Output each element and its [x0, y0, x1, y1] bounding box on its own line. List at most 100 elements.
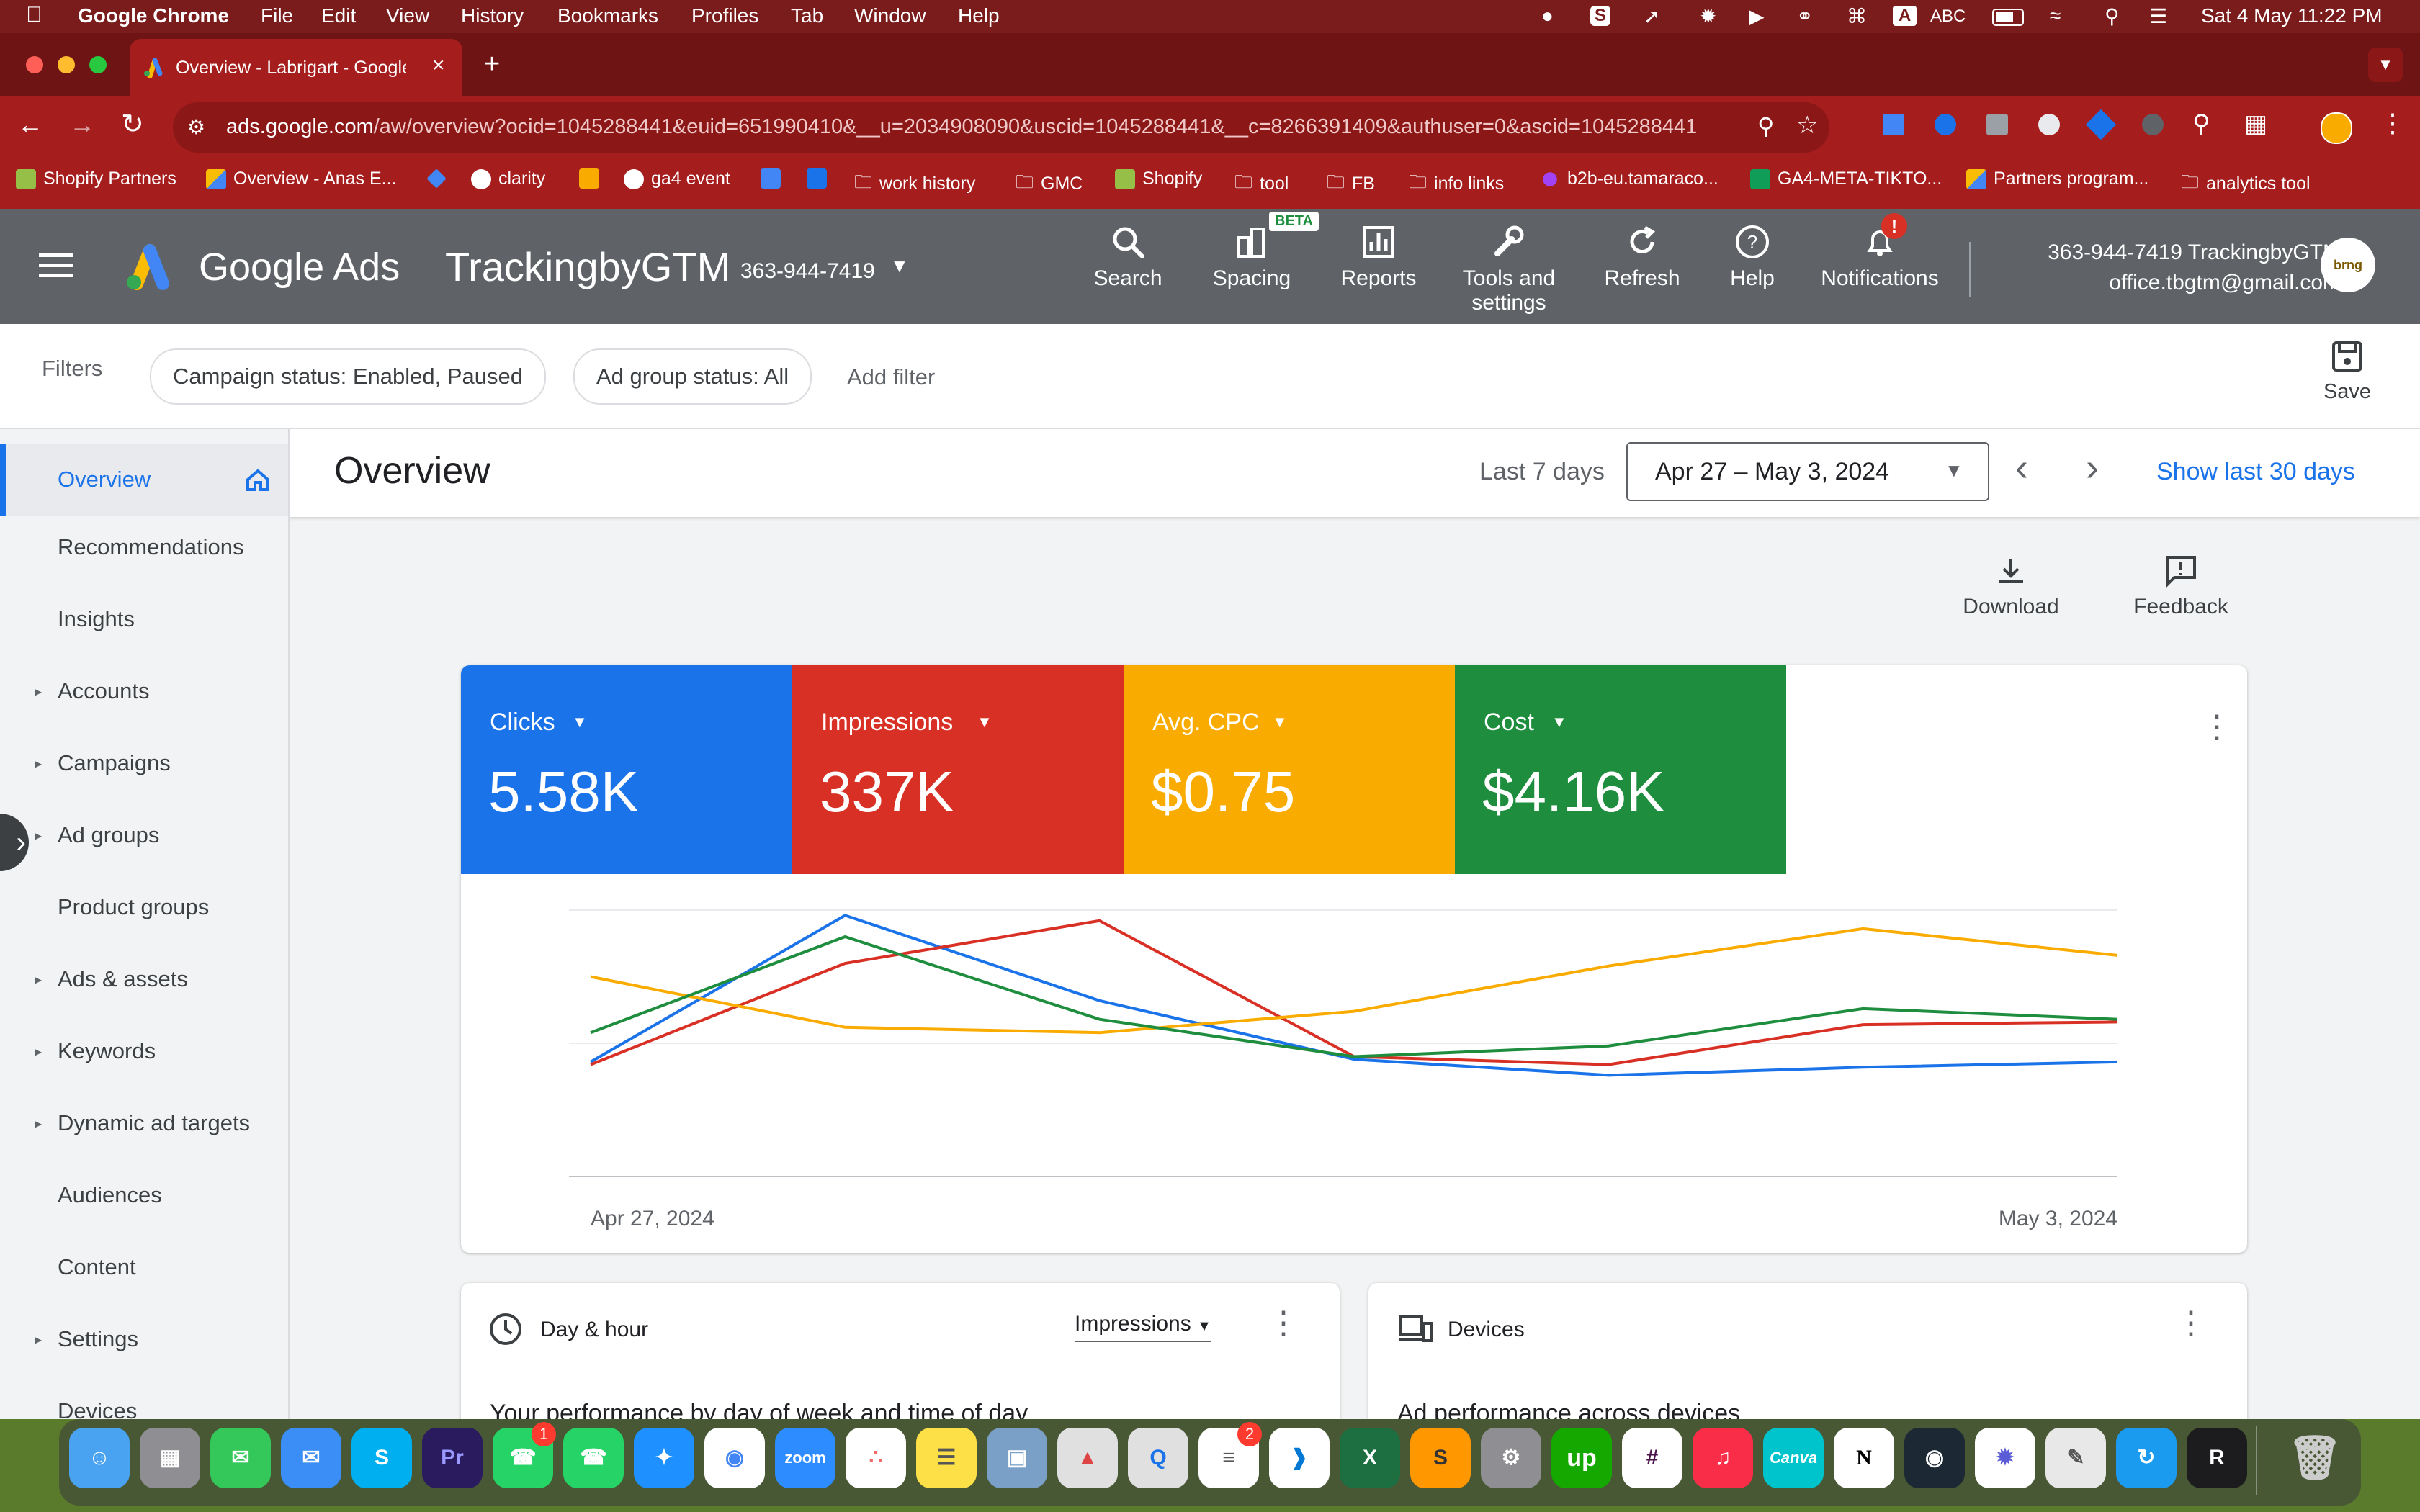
bookmark-gmc[interactable]: 🗀 GMC	[1016, 168, 1083, 199]
battery-icon[interactable]	[1992, 9, 2024, 26]
sidebar-item-devices[interactable]: Devices	[0, 1398, 288, 1419]
reload-icon[interactable]: ↻	[121, 108, 144, 140]
mail-icon[interactable]: ✉	[281, 1428, 341, 1488]
pdf-app-icon[interactable]: ▲	[1057, 1428, 1118, 1488]
forward-icon[interactable]: →	[69, 109, 95, 140]
launchpad-icon[interactable]: ▦	[140, 1428, 200, 1488]
bookmark-analytics-tool[interactable]: 🗀 analytics tool	[2181, 168, 2311, 199]
zoom-icon[interactable]: ⚲	[1757, 112, 1774, 140]
bookmark-b2b[interactable]: b2b-eu.tamaraco...	[1540, 168, 1718, 189]
feedback-button[interactable]: Feedback	[2116, 553, 2246, 619]
tab-search-button[interactable]: ▼	[2368, 48, 2403, 82]
vscode-icon[interactable]: ❱	[1269, 1428, 1330, 1488]
quicktime-icon[interactable]: Q	[1128, 1428, 1188, 1488]
day-hour-metric-select[interactable]: Impressions ▼	[1075, 1312, 1211, 1342]
day-hour-more-options-icon[interactable]: ⋮	[1268, 1305, 1299, 1341]
sidebar-item-recommendations[interactable]: Recommendations	[0, 534, 288, 577]
address-bar[interactable]: ⚙ ads.google.com/aw/overview?ocid=104528…	[173, 102, 1829, 153]
sidebar-item-campaigns[interactable]: ▸ Campaigns	[0, 750, 288, 793]
extensions-puzzle-icon[interactable]: ▦	[2244, 109, 2267, 138]
feather-icon[interactable]: ➚	[1644, 4, 1660, 28]
add-filter-button[interactable]: Add filter	[847, 364, 935, 390]
wifi-icon[interactable]: ≈	[2050, 4, 2061, 27]
new-tab-button[interactable]: +	[484, 49, 500, 80]
messages-icon[interactable]: ✉	[210, 1428, 271, 1488]
filter-chip-ad-group-status[interactable]: Ad group status: All	[573, 348, 812, 405]
menu-file[interactable]: File	[261, 4, 293, 27]
excel-icon[interactable]: X	[1340, 1428, 1400, 1488]
download-button[interactable]: Download	[1946, 553, 2076, 619]
nav-reports-button[interactable]: Reports	[1330, 223, 1428, 291]
chart-series-cost[interactable]	[590, 935, 2118, 1058]
sidebar-item-accounts[interactable]: ▸ Accounts	[0, 678, 288, 721]
bookmark-ga4-meta[interactable]: GA4-META-TIKTO...	[1750, 168, 1942, 189]
tab-close-icon[interactable]: ×	[432, 53, 445, 78]
bookmark-ga4-event[interactable]: ga4 event	[624, 168, 730, 189]
obs-icon[interactable]: ◉	[1904, 1428, 1965, 1488]
date-range-picker[interactable]: Apr 27 – May 3, 2024 ▼	[1626, 442, 1989, 501]
extension-bug-icon[interactable]	[2142, 114, 2164, 135]
control-center-icon[interactable]: ☰	[2149, 4, 2167, 28]
spotlight-icon[interactable]: ⚲	[2105, 4, 2120, 28]
user-account-info[interactable]: 363-944-7419 TrackingbyGTM office.tbgtm@…	[1988, 238, 2341, 298]
notes-icon[interactable]: ☰	[916, 1428, 977, 1488]
extension-code-icon[interactable]	[1986, 114, 2008, 135]
notion-icon[interactable]: N	[1834, 1428, 1894, 1488]
bookmark-info-links[interactable]: 🗀 info links	[1409, 168, 1504, 199]
hamburger-menu-icon[interactable]	[39, 253, 73, 277]
metric-cost[interactable]: Cost ▼ $4.16K	[1455, 665, 1786, 874]
sidebar-item-audiences[interactable]: Audiences	[0, 1182, 288, 1225]
metric-clicks[interactable]: Clicks ▼ 5.58K	[461, 665, 792, 874]
sidebar-item-ads-assets[interactable]: ▸ Ads & assets	[0, 966, 288, 1009]
extension-blue-icon[interactable]	[1935, 114, 1956, 135]
previous-period-icon[interactable]: ‹	[2015, 445, 2028, 490]
bookmark-analytics[interactable]	[579, 168, 599, 189]
account-switcher-caret-icon[interactable]: ▼	[890, 255, 909, 277]
window-minimize-button[interactable]	[58, 56, 75, 73]
extension-diamond-icon[interactable]	[2085, 109, 2117, 140]
menu-tab[interactable]: Tab	[791, 4, 823, 27]
preview-icon[interactable]: ▣	[987, 1428, 1047, 1488]
zoom-icon[interactable]: zoom	[775, 1428, 835, 1488]
chrome-menu-icon[interactable]: ⋮	[2380, 108, 2406, 138]
extension-tag-icon[interactable]	[2038, 114, 2060, 135]
skype-icon[interactable]: S	[351, 1428, 412, 1488]
perplexity-icon[interactable]: ✹	[1975, 1428, 2035, 1488]
metric-avg-cpc[interactable]: Avg. CPC ▼ $0.75	[1124, 665, 1455, 874]
sidebar-item-product-groups[interactable]: Product groups	[0, 894, 288, 937]
window-close-button[interactable]	[26, 56, 43, 73]
menu-history[interactable]: History	[461, 4, 524, 27]
account-name[interactable]: TrackingbyGTM	[445, 243, 730, 290]
next-period-icon[interactable]: ›	[2086, 445, 2099, 490]
r-app-icon[interactable]: R	[2187, 1428, 2247, 1488]
collapse-nav-chevron-icon[interactable]: ›	[0, 814, 29, 871]
canva-icon[interactable]: Canva	[1763, 1428, 1824, 1488]
bookmark-diamond[interactable]	[426, 168, 447, 189]
card-more-options-icon[interactable]: ⋮	[2201, 708, 2233, 745]
apple-icon[interactable]: 	[26, 3, 42, 27]
sidebar-item-settings[interactable]: ▸ Settings	[0, 1326, 288, 1369]
sublime-icon[interactable]: S	[1410, 1428, 1471, 1488]
whatsapp-icon[interactable]: ☎	[563, 1428, 624, 1488]
bookmark-shopify-partners[interactable]: Shopify Partners	[16, 168, 176, 189]
bookmark-tag[interactable]	[807, 168, 827, 189]
trash-icon[interactable]: 🗑	[2285, 1428, 2345, 1488]
chart-series-avg-cpc[interactable]	[590, 927, 2118, 1035]
menu-profiles[interactable]: Profiles	[691, 4, 758, 27]
sidebar-item-ad-groups[interactable]: ▸ Ad groups	[0, 822, 288, 865]
safari-icon[interactable]: ✦	[634, 1428, 694, 1488]
nav-search-button[interactable]: Search	[1085, 223, 1171, 291]
asana-icon[interactable]: ∴	[846, 1428, 906, 1488]
nav-spacing-button[interactable]: Spacing	[1203, 223, 1301, 291]
premiere-icon[interactable]: Pr	[422, 1428, 483, 1488]
bookmark-star-icon[interactable]: ☆	[1796, 111, 1818, 140]
site-info-icon[interactable]: ⚙	[187, 115, 205, 139]
input-source-label[interactable]: ABC	[1930, 6, 1966, 27]
textedit-icon[interactable]: ✎	[2045, 1428, 2106, 1488]
menu-window[interactable]: Window	[854, 4, 926, 27]
menu-edit[interactable]: Edit	[321, 4, 356, 27]
save-filter-button[interactable]: Save	[2308, 338, 2387, 404]
devices-more-options-icon[interactable]: ⋮	[2175, 1305, 2207, 1341]
bookmark-shopify[interactable]: Shopify	[1115, 168, 1202, 189]
nav-tools-button[interactable]: Tools and settings	[1448, 223, 1570, 315]
